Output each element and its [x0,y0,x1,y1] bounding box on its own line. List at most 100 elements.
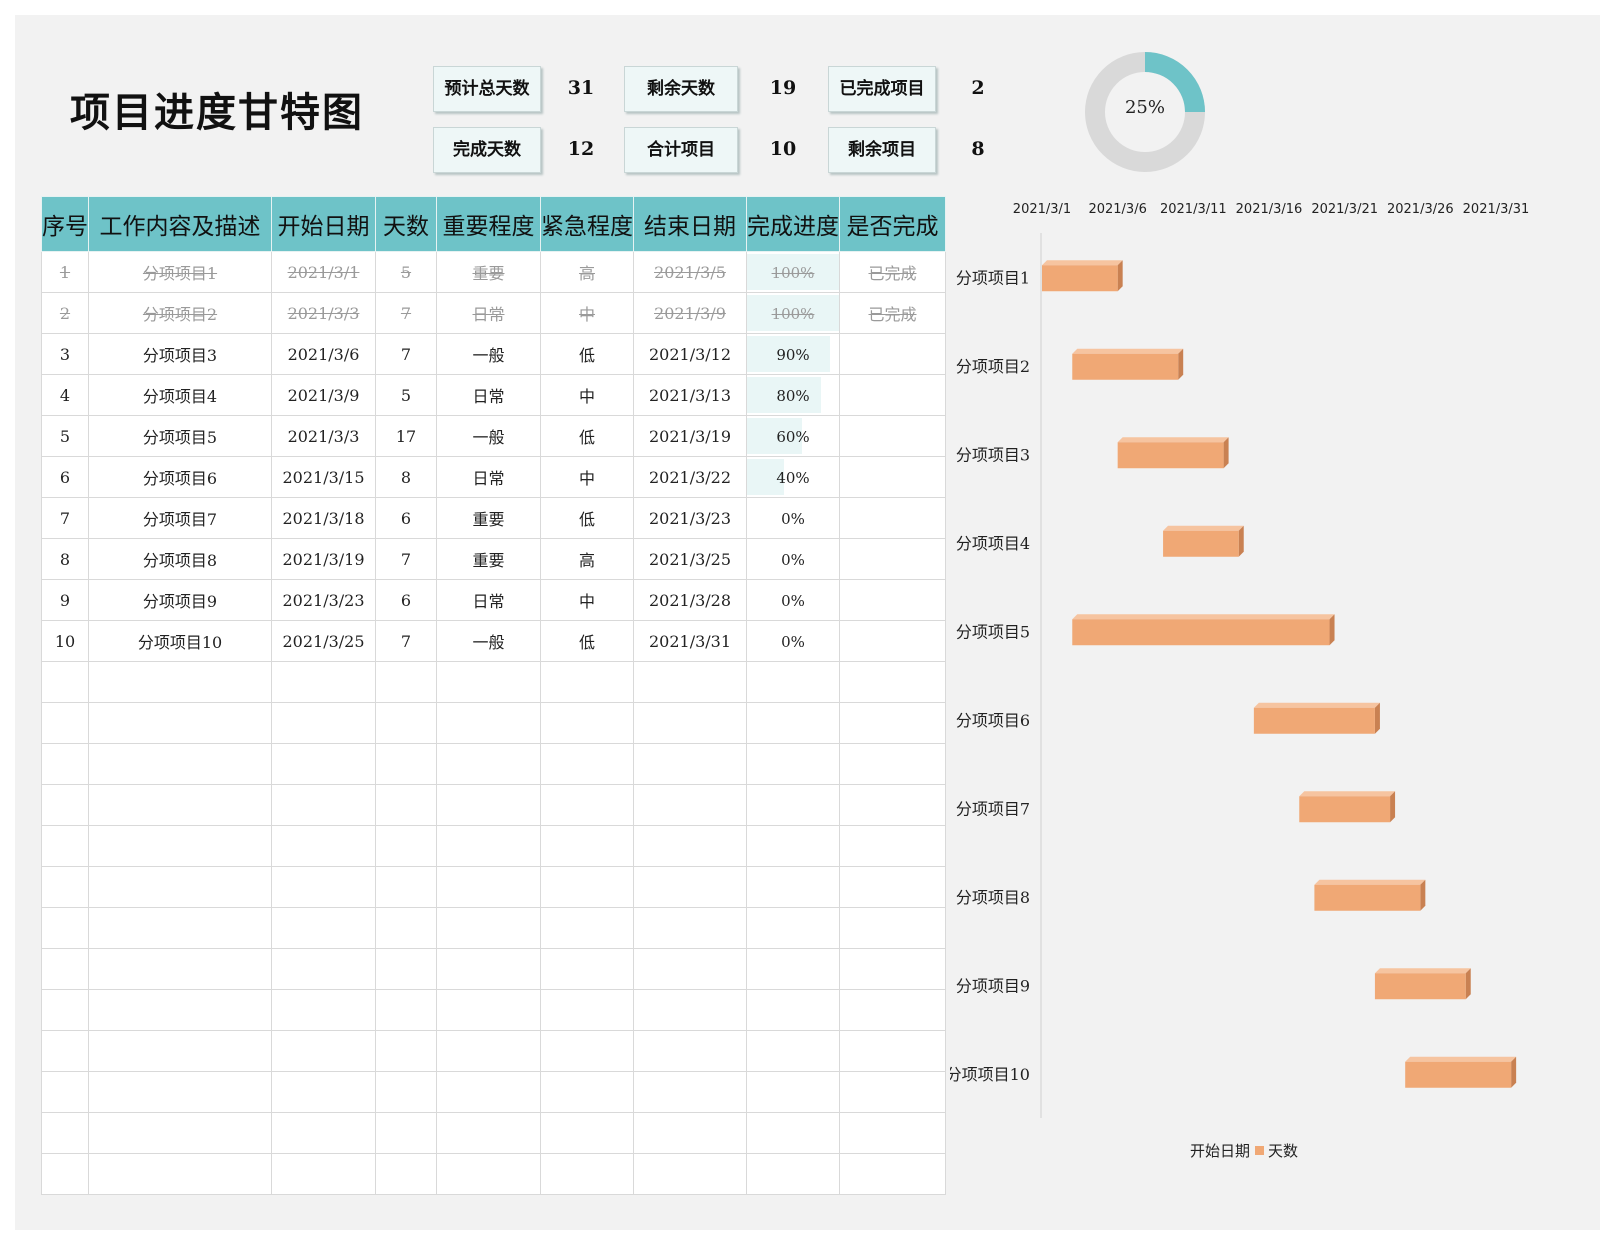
table-row[interactable]: 7 分项项目7 2021/3/18 6 重要低 2021/3/23 0% [41,497,946,539]
cell-days[interactable]: 8 [375,456,437,498]
empty-cell[interactable] [436,743,541,785]
cell-days[interactable]: 6 [375,579,437,621]
empty-cell[interactable] [839,743,946,785]
empty-cell[interactable] [436,1071,541,1113]
col-header-status[interactable]: 是否完成 [839,196,946,252]
col-header-start[interactable]: 开始日期 [271,196,376,252]
cell-start[interactable]: 2021/3/25 [271,620,376,662]
cell-urgency[interactable]: 高 [540,251,634,293]
empty-cell[interactable] [375,907,437,949]
empty-cell[interactable] [839,784,946,826]
empty-row[interactable] [41,1071,946,1113]
col-header-task[interactable]: 工作内容及描述 [88,196,272,252]
cell-status[interactable] [839,538,946,580]
empty-cell[interactable] [746,948,840,990]
cell-end[interactable]: 2021/3/12 [633,333,747,375]
empty-cell[interactable] [633,907,747,949]
empty-cell[interactable] [375,1071,437,1113]
empty-cell[interactable] [839,989,946,1031]
empty-cell[interactable] [746,784,840,826]
cell-no[interactable]: 4 [41,374,89,416]
cell-urgency[interactable]: 中 [540,456,634,498]
empty-cell[interactable] [88,743,272,785]
cell-no[interactable]: 2 [41,292,89,334]
cell-end[interactable]: 2021/3/23 [633,497,747,539]
stat-total-items-label[interactable]: 合计项目 [624,127,738,173]
empty-row[interactable] [41,743,946,785]
empty-cell[interactable] [88,989,272,1031]
empty-cell[interactable] [41,907,89,949]
empty-cell[interactable] [633,866,747,908]
cell-start[interactable]: 2021/3/15 [271,456,376,498]
empty-row[interactable] [41,661,946,703]
empty-cell[interactable] [41,743,89,785]
cell-progress[interactable]: 0% [746,579,840,621]
table-row[interactable]: 2 分项项目2 2021/3/3 7 日常中 2021/3/9 100% 已完成 [41,292,946,334]
empty-row[interactable] [41,825,946,867]
empty-cell[interactable] [41,661,89,703]
table-row[interactable]: 3 分项项目3 2021/3/6 7 一般低 2021/3/12 90% [41,333,946,375]
empty-row[interactable] [41,1030,946,1072]
cell-importance[interactable]: 日常 [436,456,541,498]
empty-cell[interactable] [540,866,634,908]
cell-no[interactable]: 1 [41,251,89,293]
empty-cell[interactable] [746,989,840,1031]
cell-days[interactable]: 7 [375,333,437,375]
empty-cell[interactable] [271,702,376,744]
cell-importance[interactable]: 重要 [436,251,541,293]
empty-row[interactable] [41,1153,946,1195]
cell-task[interactable]: 分项项目7 [88,497,272,539]
empty-cell[interactable] [271,1153,376,1195]
empty-cell[interactable] [375,825,437,867]
empty-cell[interactable] [88,702,272,744]
empty-row[interactable] [41,784,946,826]
empty-cell[interactable] [41,1153,89,1195]
cell-importance[interactable]: 日常 [436,374,541,416]
cell-progress[interactable]: 80% [746,374,840,416]
empty-cell[interactable] [746,907,840,949]
empty-cell[interactable] [633,1071,747,1113]
empty-cell[interactable] [633,825,747,867]
cell-no[interactable]: 7 [41,497,89,539]
cell-status[interactable] [839,620,946,662]
cell-importance[interactable]: 日常 [436,579,541,621]
empty-cell[interactable] [88,1030,272,1072]
cell-urgency[interactable]: 低 [540,415,634,457]
empty-cell[interactable] [633,1153,747,1195]
empty-cell[interactable] [375,948,437,990]
empty-cell[interactable] [271,784,376,826]
cell-end[interactable]: 2021/3/22 [633,456,747,498]
empty-cell[interactable] [271,1071,376,1113]
empty-cell[interactable] [633,1112,747,1154]
empty-row[interactable] [41,907,946,949]
empty-cell[interactable] [375,1153,437,1195]
cell-status[interactable] [839,456,946,498]
cell-end[interactable]: 2021/3/9 [633,292,747,334]
cell-start[interactable]: 2021/3/9 [271,374,376,416]
empty-cell[interactable] [436,1153,541,1195]
empty-cell[interactable] [540,743,634,785]
empty-cell[interactable] [41,948,89,990]
empty-cell[interactable] [633,661,747,703]
table-row[interactable]: 5 分项项目5 2021/3/3 17 一般低 2021/3/19 60% [41,415,946,457]
empty-cell[interactable] [839,948,946,990]
table-row[interactable]: 9 分项项目9 2021/3/23 6 日常中 2021/3/28 0% [41,579,946,621]
empty-cell[interactable] [88,907,272,949]
empty-cell[interactable] [633,702,747,744]
cell-start[interactable]: 2021/3/23 [271,579,376,621]
cell-no[interactable]: 10 [41,620,89,662]
empty-cell[interactable] [436,948,541,990]
cell-importance[interactable]: 重要 [436,538,541,580]
cell-no[interactable]: 3 [41,333,89,375]
cell-progress[interactable]: 0% [746,538,840,580]
empty-row[interactable] [41,989,946,1031]
empty-cell[interactable] [271,1112,376,1154]
empty-cell[interactable] [839,661,946,703]
empty-cell[interactable] [375,866,437,908]
empty-cell[interactable] [375,1030,437,1072]
empty-cell[interactable] [746,661,840,703]
table-row[interactable]: 8 分项项目8 2021/3/19 7 重要高 2021/3/25 0% [41,538,946,580]
cell-status[interactable]: 已完成 [839,251,946,293]
cell-status[interactable] [839,497,946,539]
empty-cell[interactable] [88,825,272,867]
